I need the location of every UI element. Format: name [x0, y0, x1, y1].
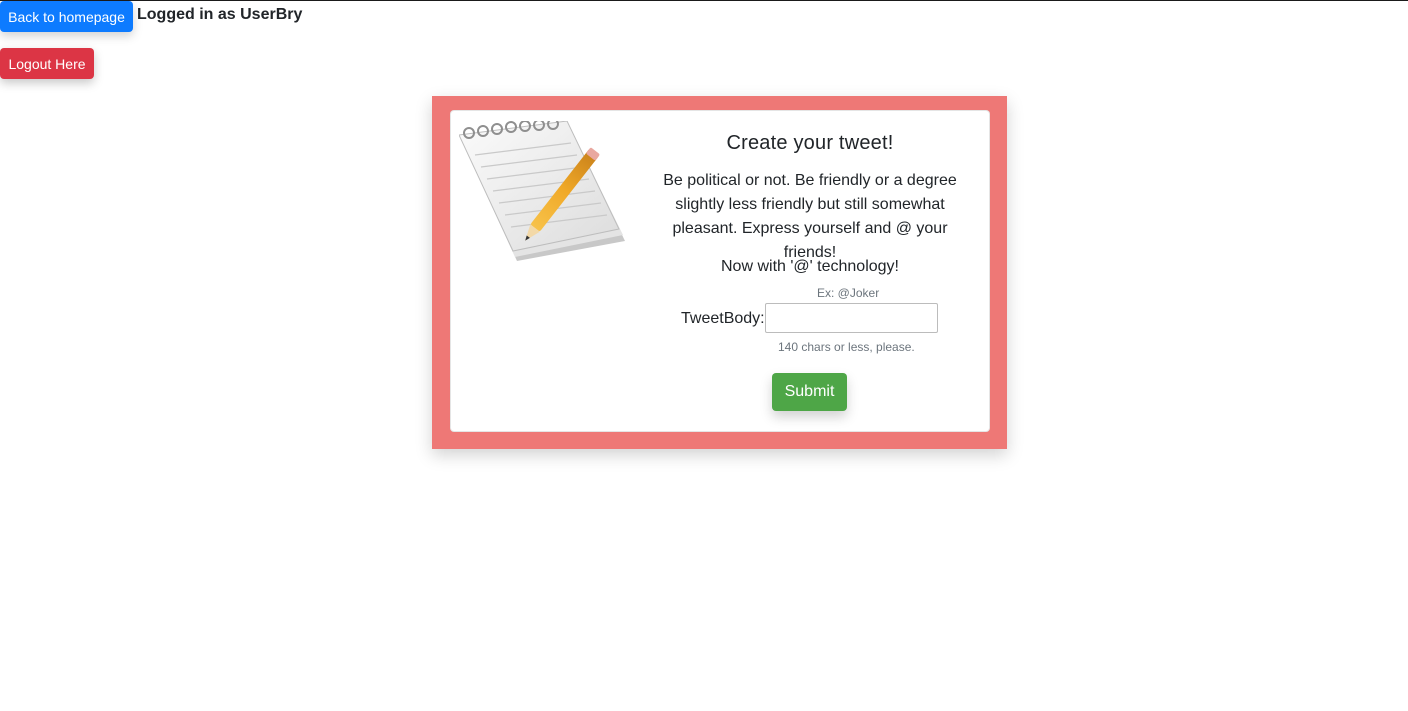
- form-title: Create your tweet!: [726, 132, 894, 154]
- submit-button[interactable]: Submit: [772, 373, 847, 411]
- form-tech-note: Now with '@' technology!: [721, 258, 899, 275]
- notepad-pencil-icon: [458, 118, 629, 271]
- tweet-form-card: Create your tweet! Be political or not. …: [450, 110, 990, 432]
- logged-in-status: Logged in as UserBry: [137, 6, 303, 23]
- length-hint: 140 chars or less, please.: [778, 340, 915, 354]
- tweet-body-input[interactable]: [765, 303, 938, 333]
- back-to-homepage-button[interactable]: Back to homepage: [0, 1, 133, 32]
- logout-button[interactable]: Logout Here: [0, 48, 94, 79]
- tweet-form-frame: Create your tweet! Be political or not. …: [432, 96, 1007, 449]
- mention-hint: Ex: @Joker: [817, 286, 880, 300]
- tweet-body-label: TweetBody:: [681, 310, 765, 327]
- form-description: Be political or not. Be friendly or a de…: [663, 172, 957, 261]
